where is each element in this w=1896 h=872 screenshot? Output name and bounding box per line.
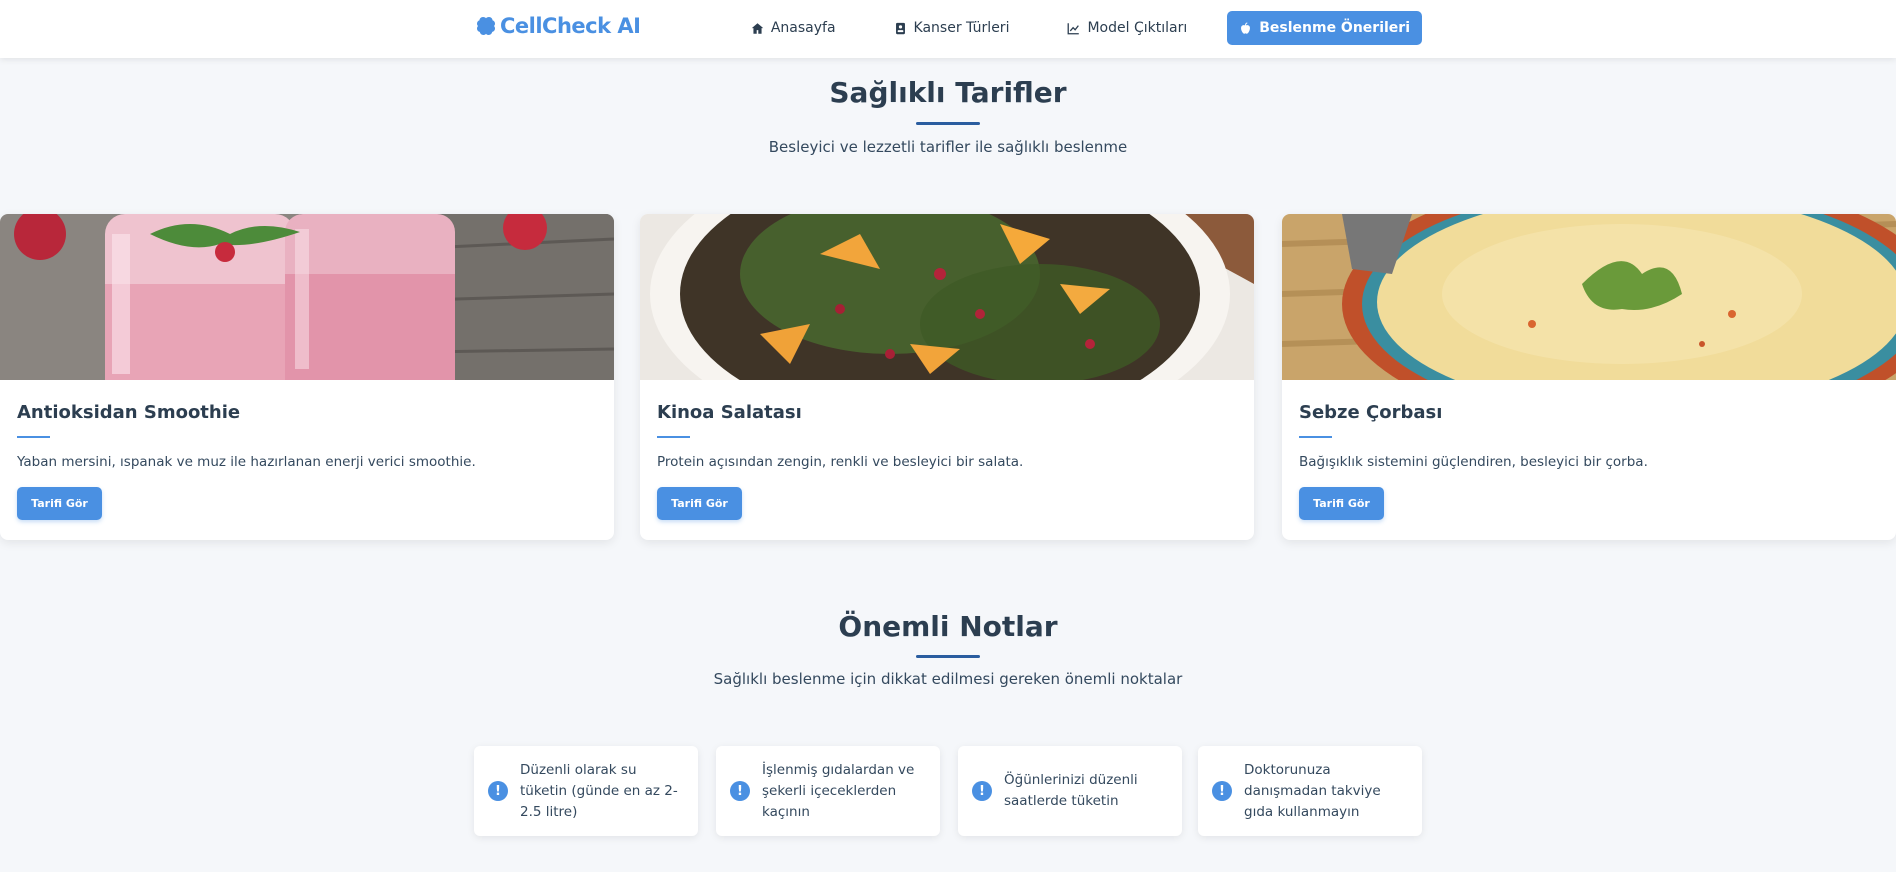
note-card: ! Düzenli olarak su tüketin (günde en az… <box>474 746 698 836</box>
notes-title-underline <box>916 655 980 658</box>
recipes-section-title: Sağlıklı Tarifler <box>829 76 1067 109</box>
recipe-card-underline <box>17 436 50 438</box>
recipe-card-title: Sebze Çorbası <box>1299 402 1443 423</box>
recipes-title-underline <box>916 122 980 125</box>
note-card: ! Öğünlerinizi düzenli saatlerde tüketin <box>958 746 1182 836</box>
nav-item-label: Beslenme Önerileri <box>1259 20 1410 36</box>
view-recipe-button[interactable]: Tarifi Gör <box>17 487 102 520</box>
notes-section-title: Önemli Notlar <box>838 610 1058 643</box>
recipe-card-underline <box>657 436 690 438</box>
nav-item-nutrition[interactable]: Beslenme Önerileri <box>1227 11 1422 45</box>
nav-item-label: Model Çıktıları <box>1087 20 1188 36</box>
brain-icon <box>477 17 495 35</box>
apple-icon <box>1241 21 1251 34</box>
exclamation-icon: ! <box>1212 781 1232 801</box>
vegetable-soup-image <box>1282 214 1896 380</box>
top-navbar: CellCheck AI Anasayfa Kanser Türleri Mod… <box>0 0 1896 58</box>
nav-item-home[interactable]: Anasayfa <box>733 12 854 44</box>
exclamation-icon: ! <box>730 781 750 801</box>
logo[interactable]: CellCheck AI <box>474 14 641 38</box>
logo-text: CellCheck AI <box>500 14 641 38</box>
quinoa-salad-image <box>640 214 1254 380</box>
note-text: İşlenmiş gıdalardan ve şekerli içecekler… <box>762 761 915 820</box>
home-icon <box>751 22 764 34</box>
recipe-card-description: Protein açısından zengin, renkli ve besl… <box>657 454 1024 470</box>
note-text: Öğünlerinizi düzenli saatlerde tüketin <box>1004 772 1138 809</box>
notes-section-subtitle: Sağlıklı beslenme için dikkat edilmesi g… <box>713 670 1183 688</box>
exclamation-icon: ! <box>488 781 508 801</box>
recipe-card-title: Kinoa Salatası <box>657 402 802 423</box>
recipe-card-title: Antioksidan Smoothie <box>17 402 241 423</box>
nav-item-label: Kanser Türleri <box>913 20 1010 36</box>
book-icon <box>895 22 905 34</box>
view-recipe-button[interactable]: Tarifi Gör <box>1299 487 1384 520</box>
note-card: ! İşlenmiş gıdalardan ve şekerli içecekl… <box>716 746 940 836</box>
chart-line-icon <box>1068 22 1080 34</box>
recipe-card-underline <box>1299 436 1332 438</box>
recipes-section-subtitle: Besleyici ve lezzetli tarifler ile sağlı… <box>768 138 1128 156</box>
nav-item-model-outputs[interactable]: Model Çıktıları <box>1049 12 1205 44</box>
navbar-inner: CellCheck AI Anasayfa Kanser Türleri Mod… <box>474 0 1422 58</box>
smoothie-image <box>0 214 614 380</box>
recipe-card-description: Bağışıklık sistemini güçlendiren, besley… <box>1299 454 1648 470</box>
exclamation-icon: ! <box>972 781 992 801</box>
view-recipe-button[interactable]: Tarifi Gör <box>657 487 742 520</box>
recipe-card-description: Yaban mersini, ıspanak ve muz ile hazırl… <box>17 454 476 470</box>
nav-item-label: Anasayfa <box>770 20 836 36</box>
note-text: Düzenli olarak su tüketin (günde en az 2… <box>520 761 678 820</box>
recipe-card: Sebze Çorbası Bağışıklık sistemini güçle… <box>1282 214 1896 540</box>
recipe-card: Kinoa Salatası Protein açısından zengin,… <box>640 214 1254 540</box>
note-card: ! Doktorunuza danışmadan takviye gıda ku… <box>1198 746 1422 836</box>
nav-item-cancer-types[interactable]: Kanser Türleri <box>876 12 1028 44</box>
note-text: Doktorunuza danışmadan takviye gıda kull… <box>1244 761 1381 820</box>
nav-links: Anasayfa Kanser Türleri Model Çıktıları … <box>733 11 1422 45</box>
recipe-card: Antioksidan Smoothie Yaban mersini, ıspa… <box>0 214 614 540</box>
